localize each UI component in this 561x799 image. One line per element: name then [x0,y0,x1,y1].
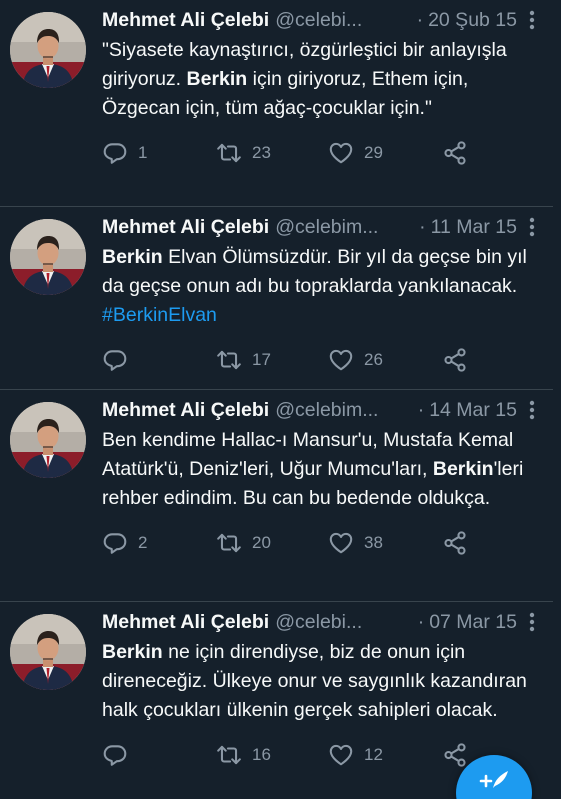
like-count: 29 [364,143,383,162]
tweet-date[interactable]: 07 Mar 15 [429,611,517,634]
bold-text: Berkin [186,68,248,90]
like-button[interactable]: 26 [328,347,383,373]
reply-icon [102,742,128,768]
like-button[interactable]: 12 [328,742,383,768]
retweet-count: 17 [252,350,271,369]
author-name[interactable]: Mehmet Ali Çelebi [102,399,269,422]
tweet-text: Ben kendime Hallac-ı Mansur'u, Mustafa K… [102,426,543,513]
share-icon [442,347,468,373]
reply-button[interactable]: 1 [102,140,147,166]
more-icon[interactable] [521,8,543,32]
tweet[interactable]: Mehmet Ali Çelebi @celebi... · 20 Şub 15… [0,0,553,207]
avatar[interactable] [10,12,86,88]
compose-tweet-icon [477,769,511,794]
tweet-actions: 17 26 [102,330,543,390]
reply-button[interactable] [102,347,138,373]
tweet-header: Mehmet Ali Çelebi @celebim... · 11 Mar 1… [102,215,543,239]
share-button[interactable] [442,742,468,768]
dot-separator: · [417,398,425,421]
reply-icon [102,140,128,166]
share-button[interactable] [442,347,468,373]
share-icon [442,530,468,556]
more-icon[interactable] [521,398,543,422]
retweet-icon [216,742,242,768]
retweet-button[interactable]: 20 [216,530,271,556]
reply-icon [102,530,128,556]
retweet-icon [216,347,242,373]
tweet-header: Mehmet Ali Çelebi @celebi... · 07 Mar 15 [102,610,543,634]
retweet-count: 23 [252,143,271,162]
retweet-button[interactable]: 16 [216,742,271,768]
avatar[interactable] [10,402,86,478]
retweet-count: 16 [252,745,271,764]
share-button[interactable] [442,140,468,166]
hashtag-link[interactable]: #BerkinElvan [102,304,217,326]
author-handle[interactable]: @celebi... [275,9,412,32]
retweet-icon [216,140,242,166]
reply-button[interactable]: 2 [102,530,147,556]
bold-text: Berkin [102,246,163,268]
tweet-date[interactable]: 11 Mar 15 [431,216,517,239]
retweet-count: 20 [252,533,271,552]
reply-icon [102,347,128,373]
text-segment: ne için direndiyse, biz de onun için dir… [102,641,527,721]
like-button[interactable]: 29 [328,140,383,166]
author-handle[interactable]: @celebim... [275,399,413,422]
like-icon [328,742,354,768]
dot-separator: · [419,215,426,238]
tweet-text: Berkin ne için direndiyse, biz de onun i… [102,638,543,725]
tweet-header: Mehmet Ali Çelebi @celebim... · 14 Mar 1… [102,398,543,422]
like-count: 12 [364,745,383,764]
more-icon[interactable] [521,610,543,634]
dot-separator: · [416,8,424,31]
timeline: Mehmet Ali Çelebi @celebi... · 20 Şub 15… [0,0,553,799]
tweet-actions: 2 20 38 [102,513,543,573]
like-icon [328,347,354,373]
tweet-text: "Siyasete kaynaştırıcı, özgürleştici bir… [102,36,543,123]
retweet-button[interactable]: 23 [216,140,271,166]
retweet-button[interactable]: 17 [216,347,271,373]
like-icon [328,530,354,556]
like-count: 38 [364,533,383,552]
tweet-header: Mehmet Ali Çelebi @celebi... · 20 Şub 15 [102,8,543,32]
tweet[interactable]: Mehmet Ali Çelebi @celebim... · 11 Mar 1… [0,207,553,390]
share-icon [442,742,468,768]
share-icon [442,140,468,166]
avatar[interactable] [10,219,86,295]
avatar[interactable] [10,614,86,690]
like-count: 26 [364,350,383,369]
tweet-text: Berkin Elvan Ölümsüzdür. Bir yıl da geçs… [102,243,543,330]
reply-count: 1 [138,143,148,162]
author-name[interactable]: Mehmet Ali Çelebi [102,9,269,32]
more-icon[interactable] [521,215,543,239]
text-segment: Elvan Ölümsüzdür. Bir yıl da geçse bin y… [102,246,527,297]
share-button[interactable] [442,530,468,556]
retweet-icon [216,530,242,556]
tweet[interactable]: Mehmet Ali Çelebi @celebim... · 14 Mar 1… [0,390,553,602]
author-name[interactable]: Mehmet Ali Çelebi [102,216,269,239]
author-handle[interactable]: @celebi... [275,611,413,634]
author-name[interactable]: Mehmet Ali Çelebi [102,611,269,634]
dot-separator: · [417,610,425,633]
tweet-date[interactable]: 20 Şub 15 [428,9,517,32]
bold-text: Berkin [432,458,494,480]
like-icon [328,140,354,166]
bold-text: Berkin [102,641,163,663]
tweet-date[interactable]: 14 Mar 15 [429,399,517,422]
author-handle[interactable]: @celebim... [275,216,415,239]
like-button[interactable]: 38 [328,530,383,556]
reply-count: 2 [138,533,148,552]
reply-button[interactable] [102,742,138,768]
tweet-actions: 1 23 29 [102,123,543,183]
